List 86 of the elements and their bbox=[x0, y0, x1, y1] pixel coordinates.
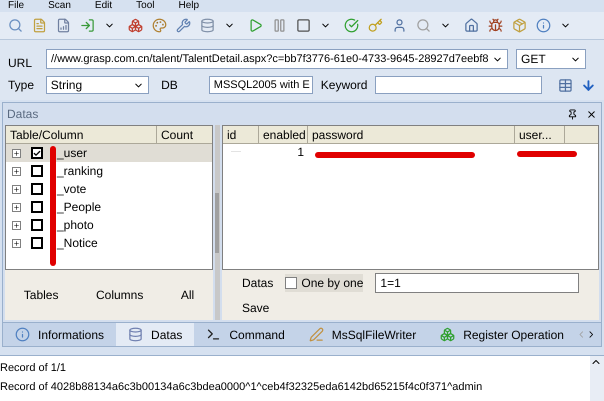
column-header[interactable]: password bbox=[308, 126, 515, 143]
terminal-icon[interactable] bbox=[206, 327, 222, 342]
stop-icon[interactable] bbox=[296, 18, 311, 33]
table-name: _vote bbox=[57, 181, 86, 198]
type-label: Type bbox=[8, 77, 36, 94]
splitter-handle[interactable] bbox=[215, 192, 219, 252]
datas-label: Datas bbox=[242, 275, 274, 292]
tab[interactable]: Register Operation bbox=[428, 323, 576, 346]
log-line: Record of 1/1 bbox=[0, 361, 68, 376]
db-select[interactable]: MSSQL2005 with E bbox=[208, 76, 313, 94]
database-icon[interactable] bbox=[200, 18, 215, 33]
menu-item[interactable]: File bbox=[8, 0, 24, 12]
checkbox-label: One by one bbox=[301, 275, 364, 292]
column-header[interactable]: id bbox=[223, 126, 259, 143]
table-name: _user bbox=[57, 145, 88, 162]
home-icon[interactable] bbox=[464, 18, 479, 33]
column-header[interactable]: user... bbox=[515, 126, 565, 143]
search-icon[interactable] bbox=[8, 18, 23, 33]
palette-icon[interactable] bbox=[152, 18, 167, 33]
checkbox[interactable] bbox=[31, 165, 43, 177]
column-header[interactable]: Table/Column bbox=[6, 126, 156, 143]
checkbox[interactable] bbox=[31, 147, 43, 159]
db-label: DB bbox=[160, 77, 179, 94]
expand-icon[interactable] bbox=[12, 220, 21, 230]
table-name: _Notice bbox=[57, 235, 98, 252]
tab[interactable]: Command bbox=[194, 323, 297, 346]
log-line: Record of 4028b88134a6c3b00134a6c3bdea0000^1^ceb4f32325eda6142bd65215f4c0f371^admin bbox=[0, 380, 484, 394]
table-cell-text: 1 bbox=[296, 144, 305, 161]
tree-row[interactable]: _vote bbox=[6, 180, 212, 198]
wrench-icon[interactable] bbox=[176, 18, 191, 33]
tree-row[interactable]: _ranking bbox=[6, 162, 212, 180]
enter-icon[interactable] bbox=[80, 18, 95, 33]
column-header[interactable]: enabled bbox=[259, 126, 308, 143]
arrow-down-icon[interactable] bbox=[581, 78, 596, 92]
type-select[interactable]: String bbox=[46, 76, 150, 94]
database-icon[interactable] bbox=[128, 327, 144, 342]
url-label: URL bbox=[8, 55, 34, 72]
table-name: _ranking bbox=[57, 163, 104, 180]
expand-icon[interactable] bbox=[12, 202, 21, 212]
tab[interactable]: Informations bbox=[3, 323, 116, 346]
tree-row[interactable]: _Notice bbox=[6, 234, 212, 252]
checkbox[interactable] bbox=[285, 277, 298, 289]
panel-title: Datas bbox=[7, 106, 40, 123]
checkbox[interactable] bbox=[31, 237, 43, 249]
bug-icon[interactable] bbox=[488, 18, 503, 33]
expand-icon[interactable] bbox=[12, 238, 21, 248]
redaction-mark bbox=[517, 151, 577, 157]
play-icon[interactable] bbox=[248, 18, 263, 33]
keyword-label: Keyword bbox=[320, 77, 368, 94]
menu-item[interactable]: Help bbox=[178, 0, 200, 12]
expand-icon[interactable] bbox=[12, 184, 21, 194]
table-name: _photo bbox=[57, 217, 94, 234]
tree-row[interactable]: _People bbox=[6, 198, 212, 216]
expand-icon[interactable] bbox=[12, 148, 21, 158]
blocks-icon[interactable] bbox=[128, 18, 143, 33]
menu-item[interactable]: Scan bbox=[48, 0, 71, 12]
report-icon[interactable] bbox=[56, 18, 71, 33]
pin-icon[interactable] bbox=[567, 108, 578, 120]
checkbox[interactable] bbox=[31, 183, 43, 195]
checkbox[interactable] bbox=[31, 201, 43, 213]
expand-icon[interactable] bbox=[12, 166, 21, 176]
tab[interactable]: Datas bbox=[116, 323, 194, 346]
menu-item[interactable]: Tool bbox=[136, 0, 155, 12]
info-icon[interactable] bbox=[536, 18, 551, 33]
table-name: _People bbox=[57, 199, 102, 216]
condition-field[interactable]: 1=1 bbox=[375, 273, 580, 293]
keyword-field[interactable] bbox=[375, 76, 542, 94]
tree-row[interactable]: _photo bbox=[6, 216, 212, 234]
close-icon[interactable] bbox=[586, 108, 597, 120]
checkbox[interactable] bbox=[31, 219, 43, 231]
method-select[interactable]: GET bbox=[516, 49, 586, 69]
url-field[interactable]: //www.grasp.com.cn/talent/TalentDetail.aspx?c=bb7f3776-61e0-4733-9645-28927d7eebf8 bbox=[46, 49, 508, 69]
tab[interactable]: MsSqlFileWriter bbox=[296, 323, 428, 346]
tree-button[interactable]: Columns bbox=[92, 286, 148, 304]
pause-icon[interactable] bbox=[272, 18, 287, 33]
tree-button[interactable]: All bbox=[176, 286, 198, 304]
user-icon[interactable] bbox=[392, 18, 407, 33]
tree-row[interactable]: _user bbox=[6, 144, 212, 162]
table-icon[interactable] bbox=[558, 78, 574, 92]
menu-item[interactable]: Edit bbox=[94, 0, 112, 12]
column-header[interactable]: Count bbox=[156, 126, 212, 143]
info-icon[interactable] bbox=[15, 327, 30, 342]
save-button[interactable]: Save bbox=[242, 299, 270, 317]
check-icon bbox=[33, 148, 41, 158]
check-circle-icon[interactable] bbox=[344, 18, 359, 33]
tree-button[interactable]: Tables bbox=[20, 286, 62, 304]
